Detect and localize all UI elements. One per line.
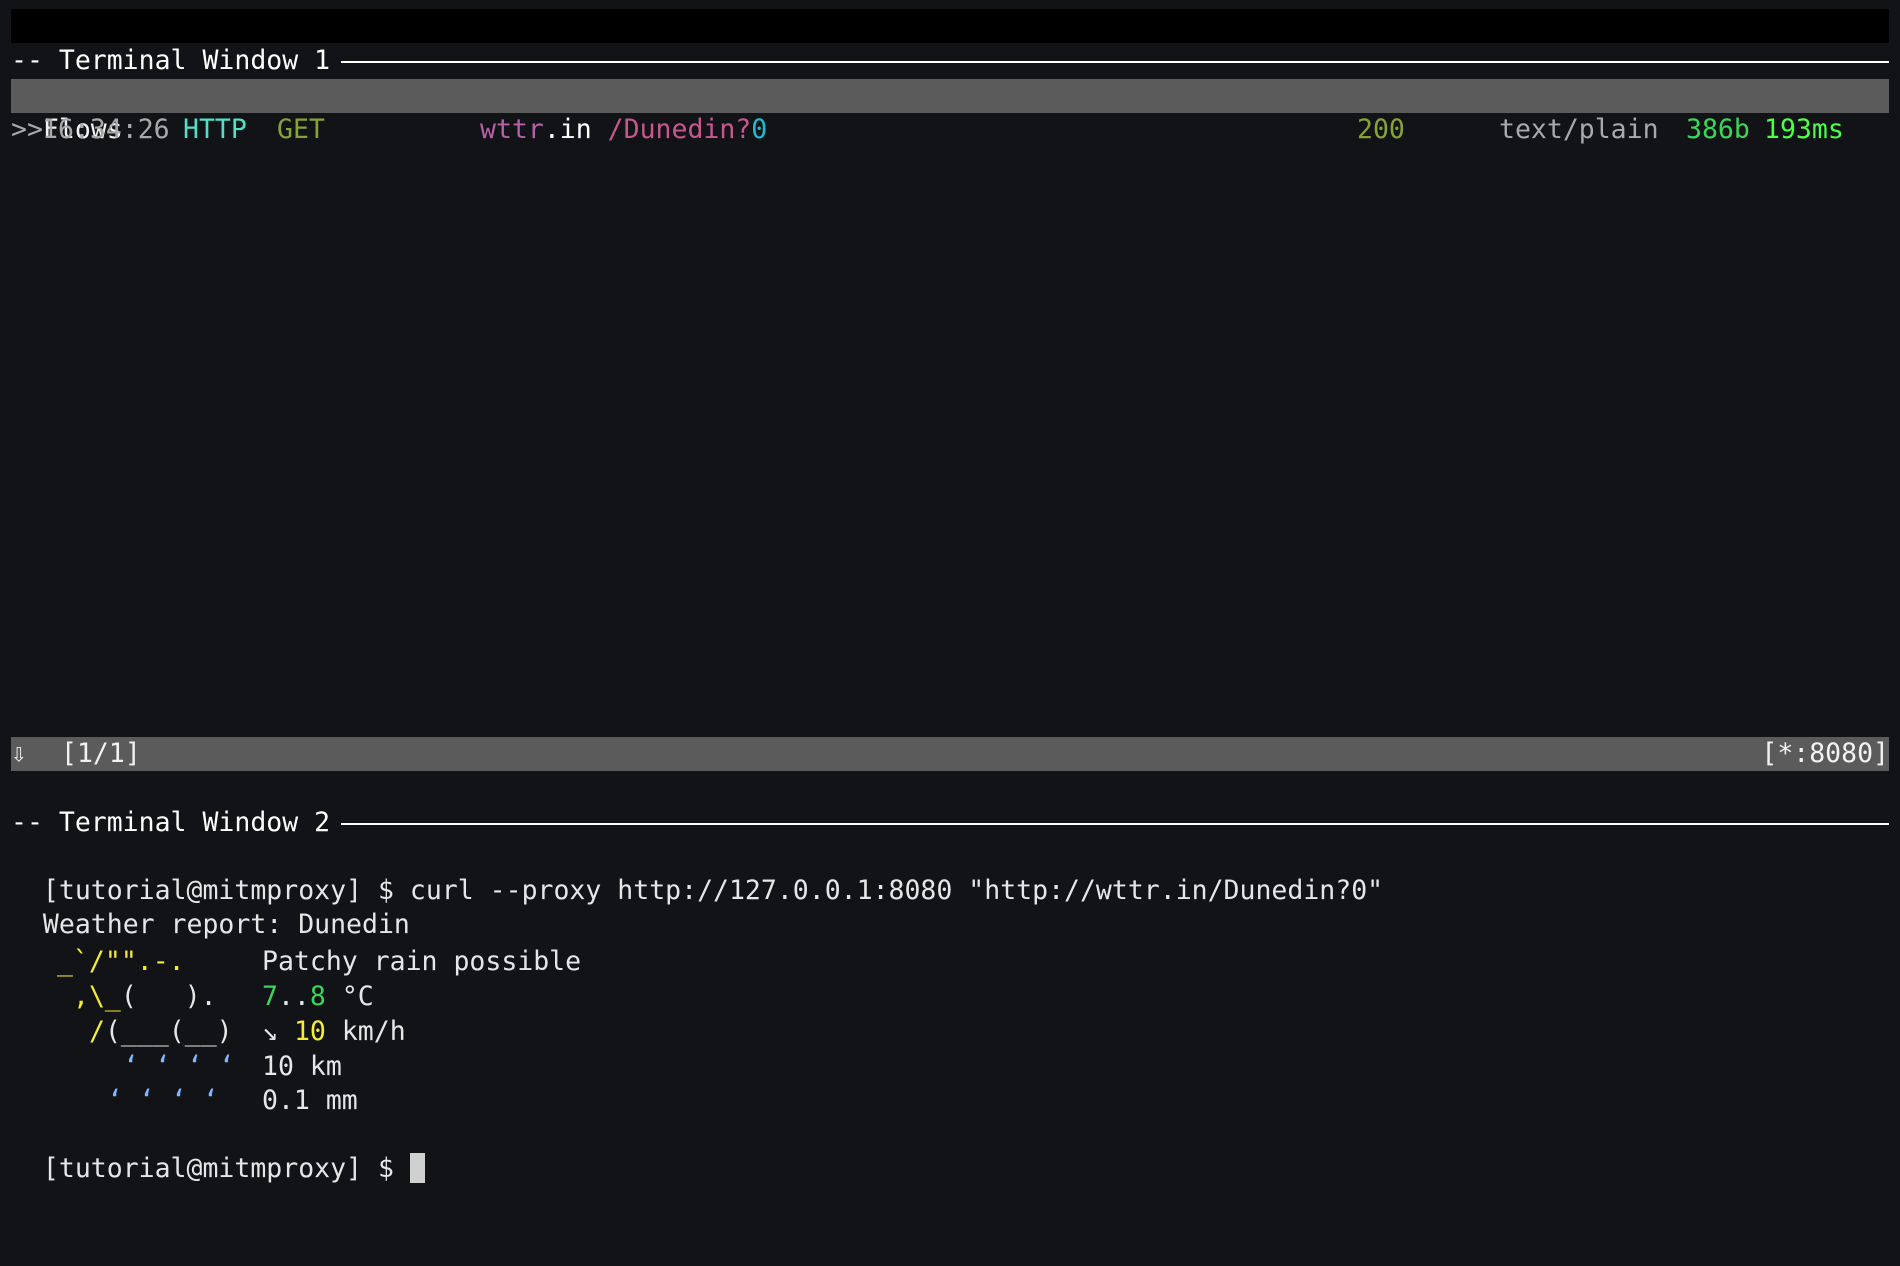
temp-low: 7	[262, 981, 278, 1012]
wind-unit: km/h	[341, 1016, 406, 1047]
rain-cloud-art-line: _`/"".-.	[57, 946, 185, 977]
separator-line	[341, 823, 1889, 825]
terminal1-titlebar	[11, 9, 1889, 43]
report-line: Weather report: Dunedin	[11, 874, 1889, 940]
wind-arrow-icon: ↘	[262, 1016, 278, 1047]
flow-host-main: wttr	[480, 114, 544, 145]
flow-duration: 193ms	[1764, 114, 1844, 145]
separator-line	[341, 61, 1889, 63]
rain-cloud-art-line: ,\_( ).	[73, 981, 217, 1012]
final-prompt-line[interactable]: [tutorial@mitmproxy] $	[11, 1118, 1889, 1184]
weather-row-3: /(___(__) ↘ 10 km/h	[11, 1015, 1889, 1049]
temp-unit: °C	[341, 981, 374, 1012]
terminal2-title: -- Terminal Window 2	[11, 807, 331, 838]
flow-host-tld: .in	[543, 114, 592, 145]
terminal1-title: -- Terminal Window 1	[11, 45, 331, 76]
flow-size: 386b	[1686, 114, 1750, 145]
text-cursor	[409, 1153, 425, 1183]
temperature: 7..8 °C	[262, 980, 374, 1014]
weather-row-5: ‘ ‘ ‘ ‘ 0.1 mm	[11, 1084, 1889, 1118]
scroll-arrow-icon: ⇩	[11, 738, 27, 769]
flow-scheme: HTTP	[183, 114, 247, 145]
weather-row-1: _`/"".-. Patchy rain possible	[11, 945, 1889, 979]
temp-high: 8	[309, 981, 326, 1012]
weather-condition: Patchy rain possible	[262, 946, 582, 977]
flow-content-type: text/plain	[1499, 114, 1659, 145]
flow-status: 200	[1357, 114, 1405, 145]
weather-row-2: ,\_( ). 7..8 °C	[11, 980, 1889, 1014]
flow-url: wttr.in /Dunedin?0	[480, 113, 767, 147]
weather-row-4: ‘ ‘ ‘ ‘ 10 km	[11, 1050, 1889, 1084]
rain-drops-art-line: ‘ ‘ ‘ ‘	[123, 1051, 235, 1082]
terminal2-separator: -- Terminal Window 2	[11, 806, 1889, 840]
wind: ↘ 10 km/h	[262, 1015, 406, 1049]
shell-prompt: [tutorial@mitmproxy] $	[42, 1153, 394, 1184]
listen-address: [*:8080]	[1761, 738, 1889, 769]
flow-query: 0	[751, 114, 768, 145]
command-line: [tutorial@mitmproxy] $ curl --proxy http…	[11, 840, 1889, 906]
flow-focus-marker: >>	[11, 114, 43, 145]
terminal1-separator: -- Terminal Window 1	[11, 44, 1889, 78]
weather-report-title: Weather report: Dunedin	[42, 909, 410, 940]
status-bar: ⇩ [1/1] [*:8080]	[11, 737, 1889, 771]
rain-drops-art-line: ‘ ‘ ‘ ‘	[107, 1085, 219, 1116]
visibility: 10 km	[262, 1051, 342, 1082]
flow-path: /Dunedin?	[607, 114, 752, 145]
flow-position: [1/1]	[61, 738, 141, 769]
rain-cloud-art-line: /(___(__)	[89, 1016, 233, 1047]
flow-method: GET	[277, 114, 325, 145]
flow-row[interactable]: >> 16:34:26 HTTP GET wttr.in /Dunedin?0 …	[11, 113, 1889, 147]
flow-time: 16:34:26	[42, 114, 170, 145]
temp-sep: ..	[277, 981, 310, 1012]
wind-speed: 10	[293, 1016, 326, 1047]
precipitation: 0.1 mm	[262, 1085, 358, 1116]
flows-header: Flows	[11, 79, 1889, 145]
